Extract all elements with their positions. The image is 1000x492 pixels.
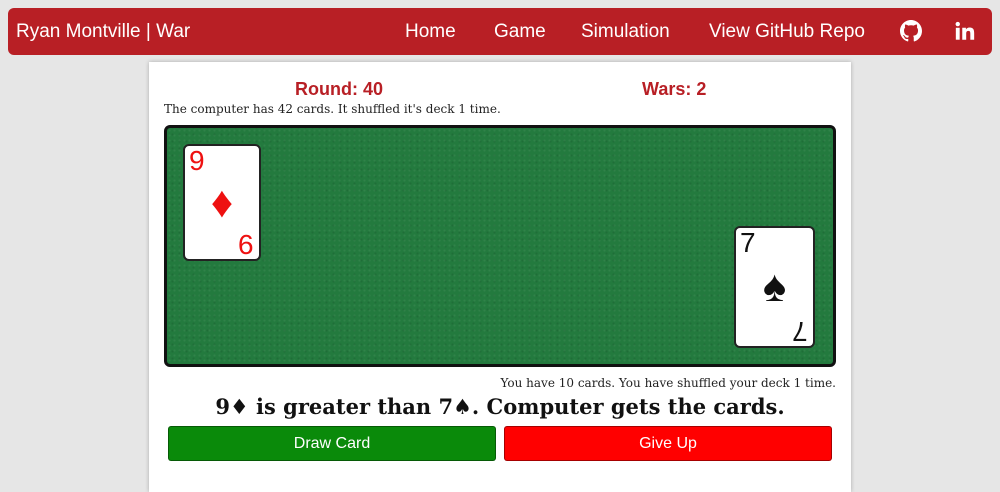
diamond-icon: ♦	[210, 177, 234, 227]
player-card-rank-top: 7	[740, 227, 756, 258]
computer-info: The computer has 42 cards. It shuffled i…	[164, 102, 501, 116]
player-info: You have 10 cards. You have shuffled you…	[500, 376, 836, 390]
nav-home[interactable]: Home	[405, 8, 456, 55]
brand-title[interactable]: Ryan Montville | War	[16, 8, 190, 55]
draw-card-button[interactable]: Draw Card	[168, 426, 496, 461]
give-up-button[interactable]: Give Up	[504, 426, 832, 461]
game-panel: Round: 40 Wars: 2 The computer has 42 ca…	[149, 62, 851, 492]
player-card-rank-bottom: 7	[792, 316, 808, 347]
nav-simulation[interactable]: Simulation	[581, 8, 670, 55]
wars-counter: Wars: 2	[642, 79, 707, 99]
linkedin-icon[interactable]	[954, 20, 976, 42]
computer-card: 9 ♦ 9	[183, 144, 261, 261]
round-result: 9♦ is greater than 7♠. Computer gets the…	[215, 394, 785, 419]
computer-card-rank-bottom: 9	[238, 229, 254, 260]
github-icon[interactable]	[900, 20, 922, 42]
computer-card-rank-top: 9	[189, 145, 205, 176]
player-card: 7 ♠ 7	[734, 226, 815, 348]
nav-github-repo[interactable]: View GitHub Repo	[709, 8, 865, 55]
card-table: 9 ♦ 9 7 ♠ 7	[164, 125, 836, 367]
spade-icon: ♠	[762, 262, 787, 311]
round-counter: Round: 40	[295, 79, 383, 99]
navbar: Ryan Montville | War Home Game Simulatio…	[8, 8, 992, 55]
nav-game[interactable]: Game	[494, 8, 546, 55]
